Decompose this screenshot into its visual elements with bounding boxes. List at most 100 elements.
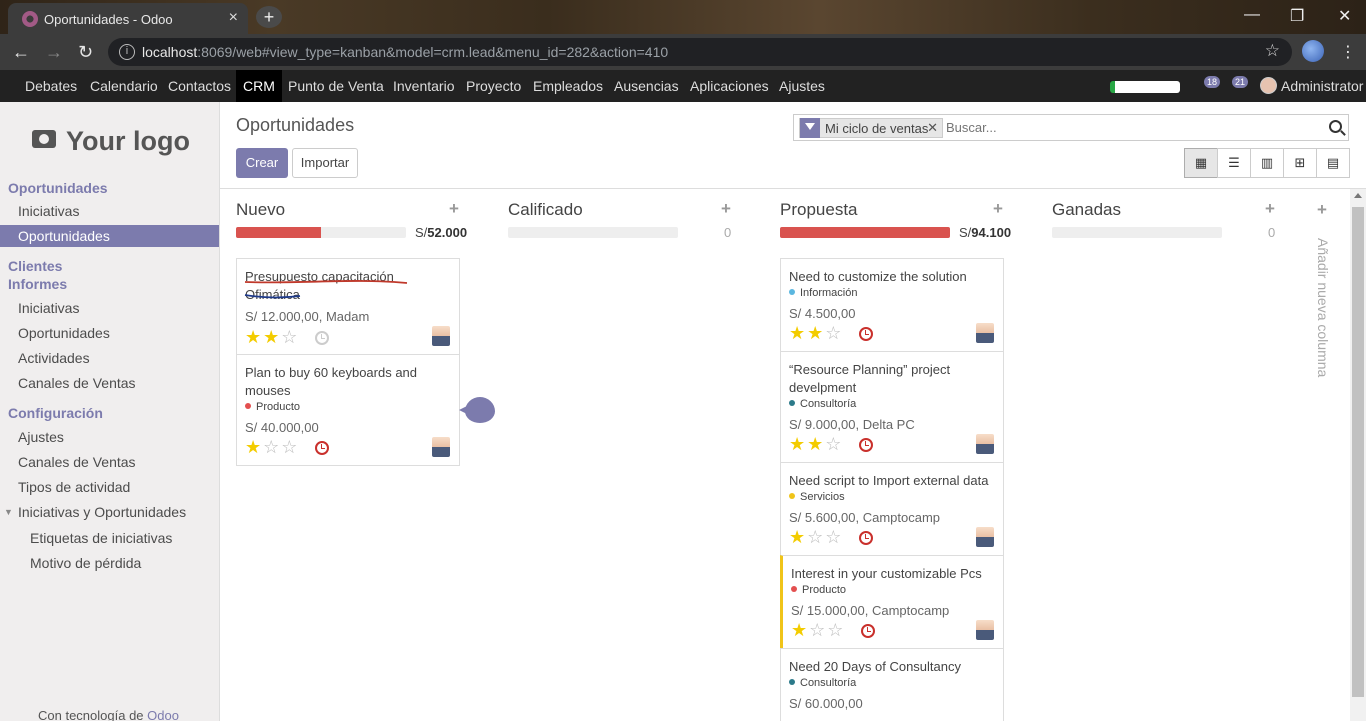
priority-star-icon[interactable]: ★ [807,434,825,454]
column-progressbar[interactable] [1052,227,1222,238]
sidebar-item-informes-oportunidades[interactable]: Oportunidades [0,322,219,344]
column-add-card-icon[interactable]: + [721,199,731,219]
column-title-nuevo[interactable]: Nuevo [236,200,285,220]
address-bar[interactable]: i localhost:8069/web#view_type=kanban&mo… [108,38,1292,66]
sidebar-section-configuracion[interactable]: Configuración [8,402,227,424]
scroll-up-arrow-icon[interactable] [1354,193,1362,198]
vertical-scrollbar[interactable] [1350,189,1366,721]
priority-star-icon[interactable]: ☆ [825,434,843,454]
remove-facet-icon[interactable]: ✕ [927,120,938,136]
column-title-propuesta[interactable]: Propuesta [780,200,858,220]
priority-stars[interactable]: ★★☆ [245,327,299,348]
sidebar-item-config-canales-de-ventas[interactable]: Canales de Ventas [0,451,219,473]
add-column[interactable]: + Añadir nueva columna [1310,200,1338,400]
sidebar-section-informes[interactable]: Informes [8,273,227,295]
column-add-card-icon[interactable]: + [449,199,459,219]
priority-stars[interactable]: ★☆☆ [245,437,299,458]
column-progressbar[interactable] [780,227,950,238]
menu-inventario[interactable]: Inventario [386,70,461,102]
priority-star-icon[interactable]: ★ [263,327,281,347]
priority-star-icon[interactable]: ☆ [827,620,845,640]
create-button[interactable]: Crear [236,148,288,178]
menu-punto-de-venta[interactable]: Punto de Venta [281,70,391,102]
window-close-icon[interactable]: ✕ [1338,6,1351,26]
priority-star-icon[interactable]: ★ [807,323,825,343]
sidebar-item-oportunidades[interactable]: Oportunidades [0,225,219,247]
kanban-view-button[interactable]: ▦ [1184,148,1218,178]
priority-star-icon[interactable]: ★ [791,620,809,640]
priority-stars[interactable]: ★★☆ [789,434,843,455]
search-input[interactable] [946,118,1316,137]
calendar-view-button[interactable]: ▤ [1316,148,1350,178]
menu-empleados[interactable]: Empleados [526,70,610,102]
minimize-icon[interactable]: — [1244,6,1260,24]
priority-star-icon[interactable]: ☆ [825,527,843,547]
menu-calendario[interactable]: Calendario [83,70,165,102]
reload-icon[interactable]: ↻ [78,42,93,63]
kanban-card[interactable]: Need script to Import external data Serv… [780,462,1004,556]
priority-star-icon[interactable]: ★ [789,323,807,343]
column-progressbar[interactable] [236,227,406,238]
sidebar-item-motivo-de-perdida[interactable]: Motivo de pérdida [0,552,219,574]
priority-star-icon[interactable]: ★ [789,434,807,454]
pivot-view-button[interactable]: ⊞ [1283,148,1317,178]
activity-clock-icon[interactable] [861,624,875,638]
add-column-label[interactable]: Añadir nueva columna [1315,238,1331,377]
column-progressbar[interactable] [508,227,678,238]
restore-icon[interactable]: ❐ [1290,6,1304,26]
column-title-calificado[interactable]: Calificado [508,200,583,220]
user-avatar[interactable] [1260,77,1277,94]
site-info-icon[interactable]: i [119,44,135,60]
priority-stars[interactable]: ★★☆ [789,323,843,344]
activity-clock-icon[interactable] [859,438,873,452]
kanban-card[interactable]: Need to customize the solution Informaci… [780,258,1004,352]
activity-clock-icon[interactable] [315,441,329,455]
sidebar-item-canales-de-ventas[interactable]: Canales de Ventas [0,372,219,394]
sidebar-item-etiquetas[interactable]: Etiquetas de iniciativas [0,527,219,549]
kanban-card[interactable]: Presupuesto capacitación Ofimática S/ 12… [236,258,460,355]
messages-icon[interactable]: 21 [1226,76,1248,92]
activity-clock-icon[interactable] [315,331,329,345]
browser-tab[interactable]: Oportunidades - Odoo × [8,3,248,34]
browser-menu-icon[interactable]: ⋮ [1340,42,1356,62]
priority-star-icon[interactable]: ★ [245,437,263,457]
priority-star-icon[interactable]: ☆ [263,437,281,457]
back-icon[interactable]: ← [12,42,30,63]
sidebar-section-oportunidades[interactable]: Oportunidades [8,177,227,199]
drag-handle-bubble[interactable] [459,397,495,423]
activity-icon[interactable]: 18 [1198,76,1220,92]
menu-proyecto[interactable]: Proyecto [459,70,528,102]
menu-debates[interactable]: Debates [18,70,84,102]
activity-clock-icon[interactable] [859,531,873,545]
add-column-icon[interactable]: + [1317,200,1327,220]
kanban-card[interactable]: Interest in your customizable Pcs Produc… [780,555,1004,649]
user-menu[interactable]: Administrator [1281,70,1363,102]
menu-ajustes[interactable]: Ajustes [772,70,832,102]
menu-crm[interactable]: CRM [236,70,282,102]
kanban-card[interactable]: Plan to buy 60 keyboards and mouses Prod… [236,354,460,466]
sidebar-item-ajustes[interactable]: Ajustes [0,426,219,448]
sidebar-item-actividades[interactable]: Actividades [0,347,219,369]
sidebar-item-iniciativas[interactable]: Iniciativas [0,200,219,222]
priority-star-icon[interactable]: ★ [245,327,263,347]
profile-avatar-icon[interactable] [1302,40,1324,62]
forward-icon[interactable]: → [45,42,63,63]
sidebar-item-informes-iniciativas[interactable]: Iniciativas [0,297,219,319]
column-add-card-icon[interactable]: + [1265,199,1275,219]
graph-view-button[interactable]: ▥ [1250,148,1284,178]
import-button[interactable]: Importar [292,148,358,178]
priority-star-icon[interactable]: ☆ [281,327,299,347]
priority-stars[interactable]: ★☆☆ [789,527,843,548]
tab-close-icon[interactable]: × [229,9,238,27]
new-tab-button[interactable]: + [256,6,282,28]
activity-clock-icon[interactable] [859,327,873,341]
menu-contactos[interactable]: Contactos [161,70,238,102]
sidebar-item-iniciativas-y-oportunidades[interactable]: ▼ Iniciativas y Oportunidades [0,501,219,523]
bookmark-star-icon[interactable]: ☆ [1265,41,1280,61]
kanban-card[interactable]: Need 20 Days of Consultancy Consultoría … [780,648,1004,721]
priority-star-icon[interactable]: ★ [789,527,807,547]
menu-ausencias[interactable]: Ausencias [607,70,686,102]
priority-star-icon[interactable]: ☆ [807,527,825,547]
scrollbar-thumb[interactable] [1352,207,1364,697]
search-icon[interactable] [1329,120,1342,133]
